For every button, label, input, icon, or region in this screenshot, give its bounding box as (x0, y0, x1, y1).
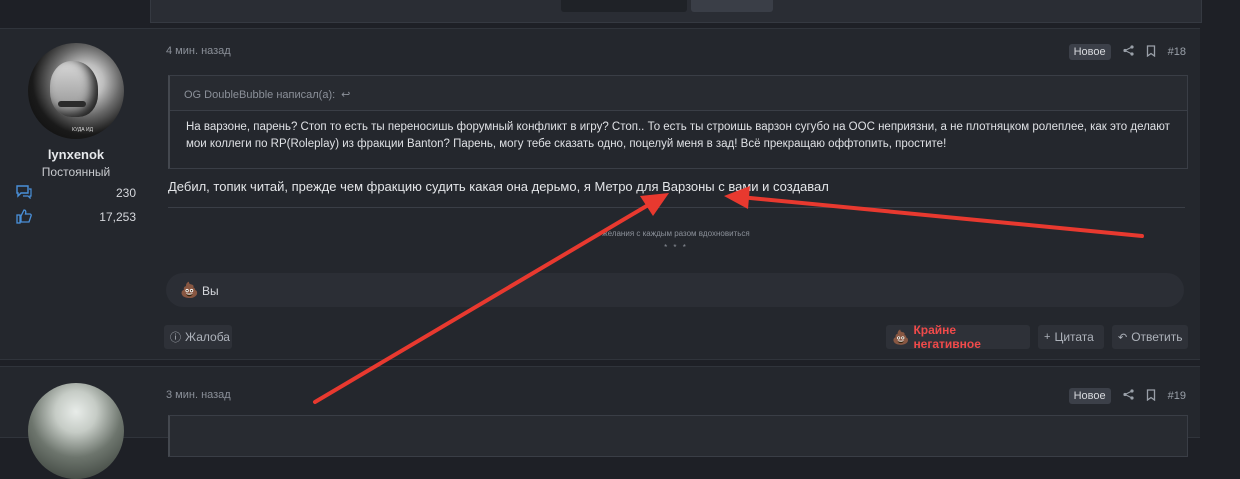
signature-stars: * * * (664, 243, 688, 252)
report-label: Жалоба (185, 330, 230, 344)
quote-text: На варзоне, парень? Стоп то есть ты пере… (170, 110, 1187, 168)
quote-label: Цитата (1054, 330, 1094, 344)
reply-label: Ответить (1131, 330, 1183, 344)
previous-post-toolbar (150, 0, 1202, 23)
avatar-face (50, 61, 98, 117)
avatar[interactable] (28, 383, 124, 479)
return-arrow-icon[interactable]: ↩ (341, 89, 350, 101)
quote-button[interactable]: + Цитата (1038, 325, 1104, 349)
share-icon[interactable] (1123, 45, 1134, 59)
reply-arrow-icon: ↶ (1118, 331, 1128, 344)
reactions-bar[interactable]: 💩 Вы (166, 273, 1184, 307)
post-user-cell (0, 367, 152, 479)
bookmark-icon[interactable] (1146, 388, 1156, 404)
post-header-actions: Новое #18 (1068, 43, 1186, 61)
user-messages-stat: 230 (16, 185, 136, 201)
avatar-mouth (58, 101, 86, 107)
signature-line: желания с каждым разом вдохновиться (602, 229, 750, 238)
signature-divider (168, 207, 1185, 208)
new-badge: Новое (1068, 388, 1111, 404)
bookmark-icon[interactable] (1146, 44, 1156, 60)
quote-block (168, 415, 1188, 457)
poop-emoji-icon: 💩 (892, 328, 910, 345)
plus-icon: + (1044, 331, 1051, 343)
poop-emoji-icon: 💩 (180, 282, 199, 299)
forum-post: 3 мин. назад Новое #19 (0, 366, 1200, 479)
post-message-text: Дебил, топик читай, прежде чем фракцию с… (168, 179, 829, 194)
user-messages-count: 230 (115, 186, 136, 200)
forum-post: КУДА ИД lynxenok Постоянный 230 17,253 4… (0, 28, 1200, 360)
new-badge: Новое (1068, 44, 1111, 60)
quote-block: OG DoubleBubble написал(а): ↩ На варзоне,… (168, 75, 1188, 169)
avatar[interactable]: КУДА ИД (28, 43, 124, 139)
user-reactions-stat: 17,253 (16, 209, 136, 225)
post-date[interactable]: 4 мин. назад (166, 45, 231, 57)
alert-circle-icon: ⓘ (170, 332, 181, 344)
post-user-cell: КУДА ИД lynxenok Постоянный 230 17,253 (0, 29, 152, 359)
share-icon[interactable] (1123, 389, 1134, 403)
post-message-cell: 3 мин. назад Новое #19 (164, 367, 1188, 457)
negative-reaction-button[interactable]: 💩 Крайне негативное (886, 323, 1030, 351)
user-title: Постоянный (41, 165, 111, 179)
negative-label: Крайне негативное (913, 323, 981, 351)
quote-header[interactable]: OG DoubleBubble написал(а): ↩ (184, 88, 350, 101)
user-reactions-count: 17,253 (99, 210, 136, 224)
report-button[interactable]: ⓘ Жалоба (164, 325, 232, 349)
quote-author: OG DoubleBubble написал(а): (184, 89, 336, 101)
post-header-actions: Новое #19 (1068, 387, 1186, 405)
post-number-link[interactable]: #18 (1168, 46, 1186, 58)
username-link[interactable]: lynxenok (0, 147, 152, 162)
post-date[interactable]: 3 мин. назад (166, 389, 231, 401)
post-number-link[interactable]: #19 (1168, 390, 1186, 402)
post-message-cell: 4 мин. назад Новое #18 OG DoubleBubble н… (164, 29, 1188, 359)
thumbs-up-icon (16, 209, 32, 227)
speech-bubble-icon (16, 185, 32, 202)
reactions-who[interactable]: Вы (202, 284, 219, 298)
avatar-caption: КУДА ИД (72, 127, 94, 133)
previous-post-button-secondary[interactable] (691, 0, 773, 12)
reply-button[interactable]: ↶ Ответить (1112, 325, 1188, 349)
previous-post-button[interactable] (561, 0, 687, 12)
